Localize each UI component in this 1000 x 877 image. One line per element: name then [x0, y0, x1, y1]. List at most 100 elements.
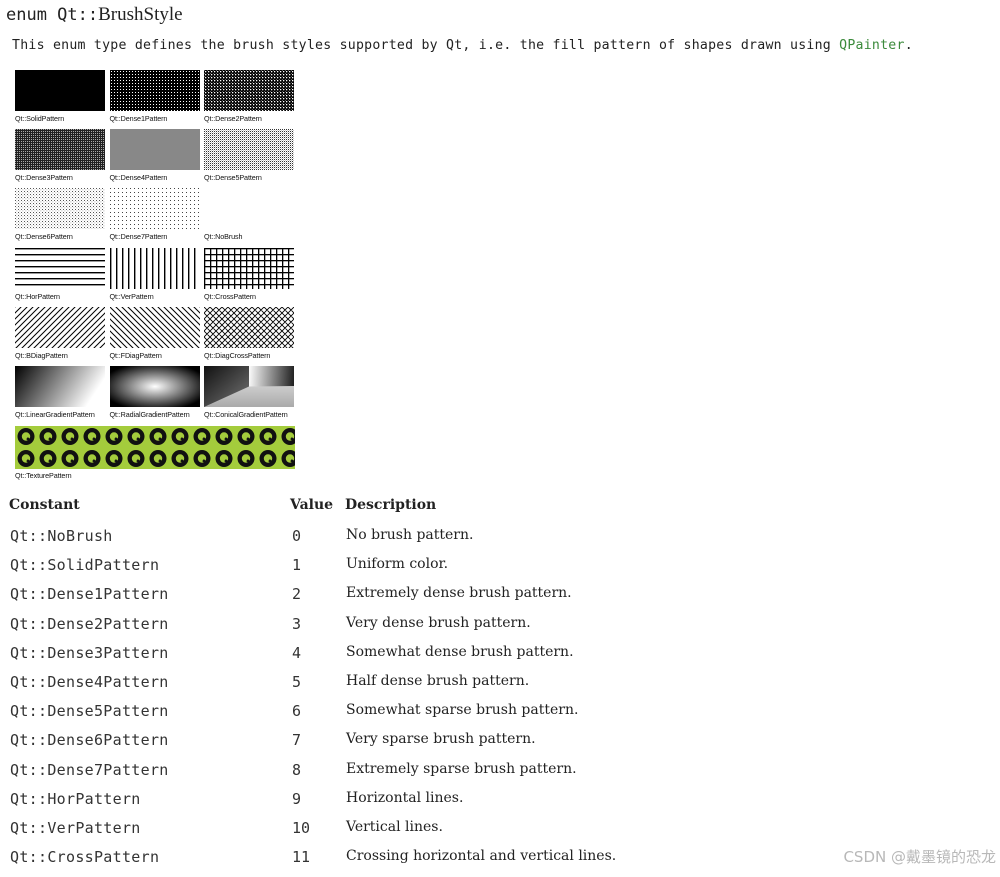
table-row: Qt::SolidPattern 1 Uniform color.: [0, 556, 1000, 585]
cell-constant: Qt::Dense4Pattern: [10, 673, 169, 691]
swatch-diagcross: Qt::DiagCrossPattern: [204, 306, 294, 366]
cell-value: 4: [292, 643, 302, 662]
cell-value: 2: [292, 585, 302, 604]
swatch-fill: [109, 366, 200, 407]
intro-paragraph: This enum type defines the brush styles …: [12, 38, 913, 53]
swatch-fill: [109, 247, 200, 289]
cell-constant: Qt::HorPattern: [10, 789, 141, 808]
swatch-caption: Qt::HorPattern: [15, 291, 60, 301]
swatch-caption: Qt::DiagCrossPattern: [204, 350, 271, 360]
cell-description: Very dense brush pattern.: [346, 614, 531, 631]
table-row: Qt::NoBrush 0 No brush pattern.: [0, 527, 1000, 556]
swatch-caption: Qt::BDiagPattern: [15, 350, 68, 360]
qt-logo-icon: [105, 450, 123, 467]
cell-value: 8: [292, 760, 302, 779]
texture-pattern-svg: [15, 426, 295, 469]
cell-constant: Qt::CrossPattern: [10, 848, 160, 867]
swatch-cross: Qt::CrossPattern: [204, 247, 294, 307]
qt-logo-icon: [149, 428, 167, 445]
swatch-fill: [15, 129, 105, 171]
cell-description: Crossing horizontal and vertical lines.: [346, 848, 617, 865]
cell-value: 9: [292, 789, 302, 808]
cell-value: 10: [292, 819, 311, 837]
qt-logo-icon: [237, 428, 255, 445]
qt-logo-icon: [259, 450, 277, 467]
swatch-fill: [15, 70, 105, 111]
cell-description: Extremely sparse brush pattern.: [346, 760, 577, 777]
table-row: Qt::Dense5Pattern 6 Somewhat sparse brush …: [0, 702, 1000, 731]
swatch-fill: [204, 70, 294, 111]
qt-logo-icon: [237, 450, 255, 467]
swatch-bdiag: Qt::BDiagPattern: [15, 306, 105, 366]
swatch-caption: Qt::Dense2Pattern: [204, 114, 262, 123]
swatch-fill: [15, 188, 105, 230]
cell-value: 5: [292, 673, 302, 691]
qt-logo-icon: [39, 450, 57, 467]
swatch-caption: Qt::LinearGradientPattern: [15, 410, 95, 419]
qt-logo-icon: [61, 428, 79, 445]
cell-description: Somewhat dense brush pattern.: [346, 643, 574, 660]
qt-logo-icon: [17, 450, 35, 467]
qt-logo-icon: [193, 450, 211, 467]
header-constant: Constant: [9, 497, 80, 513]
swatch-caption: Qt::TexturePattern: [15, 471, 72, 480]
swatch-hor: Qt::HorPattern: [15, 247, 105, 307]
swatch-caption: Qt::FDiagPattern: [109, 350, 162, 360]
qt-logo-icon: [61, 450, 79, 467]
swatch-caption: Qt::Dense3Pattern: [15, 173, 73, 183]
cell-description: Extremely dense brush pattern.: [346, 585, 572, 602]
cell-description: Uniform color.: [346, 556, 449, 573]
qt-logo-icon: [171, 450, 189, 467]
swatch-fill: [109, 188, 200, 230]
swatch-fill: [109, 306, 200, 348]
brush-style-swatch-grid: Qt::SolidPattern Qt::Dense1Pattern Qt::Den…: [15, 70, 295, 480]
qt-logo-icon: [171, 428, 189, 445]
swatch-dense2: Qt::Dense2Pattern: [204, 70, 294, 129]
qt-logo-icon: [83, 450, 101, 467]
cell-constant: Qt::NoBrush: [10, 527, 113, 545]
qt-logo-icon: [17, 428, 35, 445]
qt-logo-icon: [127, 428, 145, 445]
swatch-none: Qt::NoBrush: [204, 188, 294, 247]
qt-logo-icon: [83, 428, 101, 445]
qt-logo-icon: [193, 428, 211, 445]
header-value: Value: [290, 497, 334, 513]
swatch-dense4: Qt::Dense4Pattern: [109, 129, 200, 188]
swatch-fdiag: Qt::FDiagPattern: [109, 306, 200, 366]
swatch-caption: Qt::Dense7Pattern: [109, 232, 168, 242]
swatch-fill: [109, 70, 200, 111]
swatch-fill: [15, 247, 105, 289]
cell-value: 3: [292, 614, 302, 633]
qt-logo-icon: [149, 450, 167, 467]
title-prefix: enum Qt::: [6, 5, 99, 25]
watermark: CSDN @戴墨镜的恐龙: [843, 848, 996, 866]
swatch-fill: [204, 247, 294, 289]
swatch-fill: [204, 366, 294, 407]
table-row: Qt::HorPattern 9 Horizontal lines.: [0, 790, 1000, 819]
swatch-caption: Qt::CrossPattern: [204, 291, 256, 301]
cell-constant: Qt::VerPattern: [10, 819, 141, 837]
intro-text: This enum type defines the brush styles …: [12, 38, 840, 53]
swatch-fill: [204, 188, 294, 230]
swatch-radial: Qt::RadialGradientPattern: [109, 366, 200, 425]
table-row: Qt::Dense2Pattern 3 Very dense brush patte…: [0, 615, 1000, 644]
qpainter-link[interactable]: QPainter: [839, 38, 905, 53]
table-row: Qt::Dense6Pattern 7 Very sparse brush patt…: [0, 731, 1000, 760]
cell-description: Vertical lines.: [346, 819, 443, 835]
qt-logo-icon: [105, 428, 123, 445]
qt-logo-icon: [39, 428, 57, 445]
cell-description: Somewhat sparse brush pattern.: [346, 702, 579, 719]
swatch-ver: Qt::VerPattern: [109, 247, 200, 307]
swatch-dense3: Qt::Dense3Pattern: [15, 129, 105, 188]
swatch-caption: Qt::RadialGradientPattern: [109, 410, 190, 419]
swatch-dense6: Qt::Dense6Pattern: [15, 188, 105, 247]
swatch-caption: Qt::Dense1Pattern: [109, 114, 168, 123]
swatch-texture: Qt::TexturePattern: [15, 426, 295, 480]
qt-logo-icon: [127, 450, 145, 467]
table-row: Qt::Dense1Pattern 2 Extremely dense brush …: [0, 585, 1000, 614]
cell-constant: Qt::Dense7Pattern: [10, 760, 169, 779]
swatch-caption: Qt::ConicalGradientPattern: [204, 410, 288, 419]
swatch-dense7: Qt::Dense7Pattern: [109, 188, 200, 247]
intro-text-end: .: [904, 38, 913, 53]
cell-value: 7: [292, 731, 302, 750]
